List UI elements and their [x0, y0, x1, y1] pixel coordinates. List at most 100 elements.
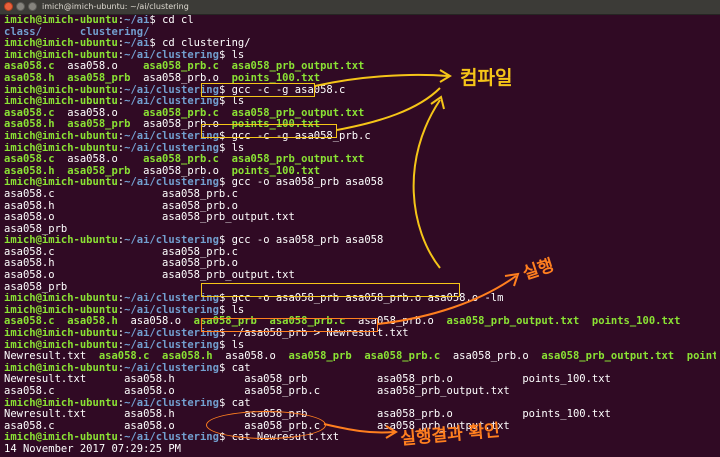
terminal-text-segment: $ cd clustering/: [149, 38, 251, 50]
terminal-text-segment: asa058.c asa058_prb.c: [4, 246, 238, 258]
terminal-output[interactable]: imich@imich-ubuntu:~/ai$ cd cl class/ clu…: [4, 15, 716, 456]
terminal-line: imich@imich-ubuntu:~/ai/clustering$ gcc …: [4, 235, 716, 247]
terminal-line: asa058.h asa058_prb asa058_prb.o points_…: [4, 166, 716, 178]
close-button[interactable]: [4, 2, 13, 11]
terminal-line: imich@imich-ubuntu:~/ai/clustering$ cat: [4, 363, 716, 375]
terminal-text-segment: $ ls: [218, 339, 245, 351]
terminal-text-segment: imich@imich-ubuntu: [4, 84, 118, 96]
terminal-text-segment: asa058_prb_output.txt points_100.txt: [446, 316, 681, 328]
terminal-text-segment: ~/ai/clustering: [124, 432, 219, 444]
terminal-text-segment: $ cat Newresult.txt: [218, 432, 340, 444]
terminal-text-segment: asa058.c: [4, 107, 55, 119]
terminal-line: imich@imich-ubuntu:~/ai/clustering$ ls: [4, 305, 716, 317]
terminal-line: imich@imich-ubuntu:~/ai/clustering$ ls: [4, 340, 716, 352]
terminal-text-segment: ~/ai: [124, 38, 150, 50]
terminal-text-segment: imich@imich-ubuntu: [4, 15, 118, 26]
terminal-text-segment: 14 November 2017 07:29:25 PM: [4, 443, 182, 455]
terminal-text-segment: ~/ai/clustering: [124, 397, 219, 409]
window-title: imich@imich-ubuntu: ~/ai/clustering: [42, 2, 189, 11]
terminal-text-segment: asa058.c: [4, 61, 55, 73]
terminal-line: asa058_prb: [4, 282, 716, 294]
terminal-text-segment: $ ls: [218, 96, 245, 108]
terminal-text-segment: asa058.o: [54, 61, 144, 73]
terminal-text-segment: asa058.c asa058.h: [98, 351, 213, 363]
terminal-text-segment: asa058_prb.c asa058_prb_output.txt: [143, 61, 365, 73]
terminal-text-segment: ~/ai/clustering: [124, 96, 219, 108]
terminal-line: Newresult.txt asa058.c asa058.h asa058.o…: [4, 351, 716, 363]
terminal-text-segment: ~/ai/clustering: [124, 293, 219, 305]
terminal-text-segment: ~/ai/clustering: [124, 142, 219, 154]
terminal-text-segment: asa058_prb.o: [130, 165, 232, 177]
terminal-text-segment: $ cd cl: [149, 15, 194, 26]
terminal-text-segment: $ gcc -o asa058_prb asa058: [218, 177, 384, 189]
terminal-text-segment: asa058_prb.o: [440, 351, 542, 363]
terminal-text-segment: imich@imich-ubuntu: [4, 432, 118, 444]
terminal-line: asa058.c asa058.o asa058_prb.c asa058_pr…: [4, 421, 716, 433]
window-controls: [4, 2, 40, 12]
terminal-text-segment: $ cat: [218, 362, 251, 374]
terminal-text-segment: imich@imich-ubuntu: [4, 96, 118, 108]
terminal-text-segment: imich@imich-ubuntu: [4, 38, 118, 50]
terminal-line: 14 November 2017 07:29:25 PM: [4, 444, 716, 456]
terminal-text-segment: ~/ai/clustering: [124, 235, 219, 247]
terminal-text-segment: asa058.o asa058_prb_output.txt: [4, 270, 295, 282]
terminal-line: asa058.h asa058_prb.o: [4, 258, 716, 270]
terminal-line: asa058.c asa058_prb.c: [4, 189, 716, 201]
terminal-text-segment: asa058_prb asa058_prb.c: [288, 351, 441, 363]
terminal-text-segment: $ gcc -o asa058_prb asa058_prb.o asa058.…: [218, 293, 504, 305]
terminal-text-segment: asa058.h: [4, 72, 55, 84]
terminal-text-segment: ~/ai/clustering: [124, 177, 219, 189]
terminal-text-segment: ~/ai/clustering: [124, 362, 219, 374]
terminal-text-segment: imich@imich-ubuntu: [4, 130, 118, 142]
terminal-text-segment: asa058_prb: [4, 281, 68, 293]
terminal-text-segment: $ ./asa058_prb > Newresult.txt: [218, 328, 409, 340]
terminal-text-segment: asa058_prb.o: [345, 316, 447, 328]
terminal-window: imich@imich-ubuntu: ~/ai/clustering imic…: [0, 0, 720, 457]
terminal-text-segment: asa058.o: [117, 316, 194, 328]
terminal-line: asa058.c asa058.o asa058_prb.c asa058_pr…: [4, 154, 716, 166]
terminal-text-segment: asa058_prb: [67, 72, 131, 84]
terminal-text-segment: imich@imich-ubuntu: [4, 328, 118, 340]
terminal-line: asa058.h asa058_prb asa058_prb.o points_…: [4, 119, 716, 131]
terminal-line: imich@imich-ubuntu:~/ai$ cd cl: [4, 15, 716, 27]
terminal-text-segment: asa058_prb.o: [130, 72, 232, 84]
terminal-line: imich@imich-ubuntu:~/ai/clustering$ ls: [4, 50, 716, 62]
terminal-line: imich@imich-ubuntu:~/ai/clustering$ ls: [4, 143, 716, 155]
terminal-text-segment: asa058_prb_output.txt points_100.txt: [541, 351, 716, 363]
terminal-line: imich@imich-ubuntu:~/ai/clustering$ ./as…: [4, 328, 716, 340]
terminal-text-segment: imich@imich-ubuntu: [4, 362, 118, 374]
terminal-line: asa058.o asa058_prb_output.txt: [4, 212, 716, 224]
terminal-text-segment: asa058.o: [212, 351, 289, 363]
terminal-text-segment: class/ clustering/: [4, 26, 150, 38]
terminal-text-segment: imich@imich-ubuntu: [4, 177, 118, 189]
terminal-line: imich@imich-ubuntu:~/ai/clustering$ gcc …: [4, 293, 716, 305]
minimize-button[interactable]: [16, 2, 25, 11]
terminal-line: imich@imich-ubuntu:~/ai/clustering$ cat: [4, 398, 716, 410]
terminal-line: class/ clustering/: [4, 27, 716, 39]
terminal-text-segment: asa058.c: [4, 154, 55, 166]
terminal-text-segment: imich@imich-ubuntu: [4, 235, 118, 247]
terminal-text-segment: imich@imich-ubuntu: [4, 304, 118, 316]
terminal-text-segment: imich@imich-ubuntu: [4, 49, 118, 61]
terminal-text-segment: asa058_prb: [67, 165, 131, 177]
terminal-line: asa058.o asa058_prb_output.txt: [4, 270, 716, 282]
terminal-text-segment: asa058.o: [54, 154, 144, 166]
terminal-line: asa058.h asa058_prb.o: [4, 201, 716, 213]
terminal-text-segment: points_100.txt: [231, 165, 321, 177]
terminal-line: asa058.h asa058_prb asa058_prb.o points_…: [4, 73, 716, 85]
terminal-text-segment: asa058_prb.c asa058_prb_output.txt: [143, 154, 365, 166]
terminal-line: asa058.c asa058.o asa058_prb.c asa058_pr…: [4, 386, 716, 398]
terminal-text-segment: asa058.h: [4, 165, 55, 177]
terminal-text-segment: asa058_prb: [4, 223, 68, 235]
terminal-text-segment: imich@imich-ubuntu: [4, 397, 118, 409]
terminal-text-segment: ~/ai/clustering: [124, 84, 219, 96]
terminal-text-segment: points_100.txt: [231, 119, 321, 131]
title-bar[interactable]: imich@imich-ubuntu: ~/ai/clustering: [0, 0, 720, 15]
maximize-button[interactable]: [28, 2, 37, 11]
terminal-text-segment: ~/ai/clustering: [124, 339, 219, 351]
terminal-text-segment: Newresult.txt: [4, 351, 99, 363]
terminal-text-segment: points_100.txt: [231, 72, 321, 84]
terminal-line: asa058_prb: [4, 224, 716, 236]
terminal-text-segment: asa058.c asa058_prb.c: [4, 188, 238, 200]
